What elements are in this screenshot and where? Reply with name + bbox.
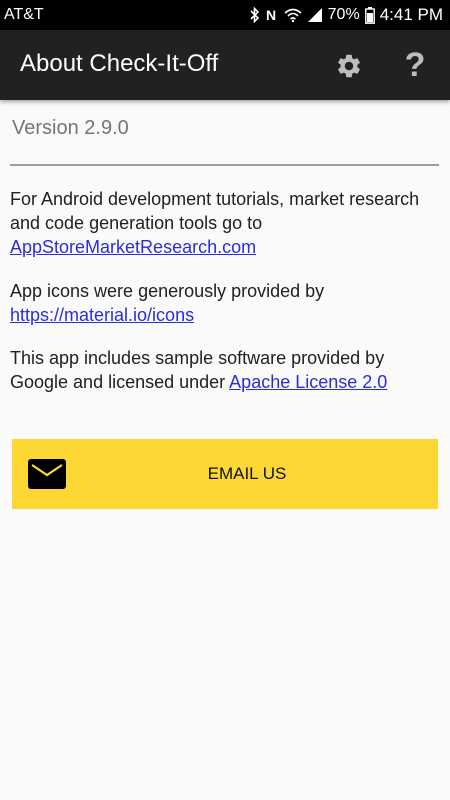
clock: 4:41 PM: [379, 5, 443, 24]
page-title: About Check-It-Off: [20, 50, 219, 77]
license-paragraph: This app includes sample software provid…: [10, 346, 442, 394]
help-icon[interactable]: ?: [400, 46, 430, 84]
tutorials-text: For Android development tutorials, marke…: [10, 189, 420, 233]
tutorials-paragraph: For Android development tutorials, marke…: [10, 187, 442, 259]
status-icons: N 70% 4:41 PM: [250, 5, 443, 25]
carrier-label: AT&T: [4, 6, 44, 23]
wifi-icon: [284, 8, 302, 23]
status-bar: AT&T N 70% 4:41 PM: [0, 0, 450, 30]
app-bar: About Check-It-Off ?: [0, 30, 450, 100]
app-store-market-research-link[interactable]: AppStoreMarketResearch.com: [10, 237, 256, 257]
bluetooth-icon: [250, 7, 259, 23]
apache-license-link[interactable]: Apache License 2.0: [229, 372, 387, 392]
battery-percent: 70%: [327, 6, 360, 23]
email-us-button[interactable]: EMAIL US: [12, 439, 438, 509]
divider: [10, 164, 439, 166]
signal-icon: [307, 8, 322, 22]
gear-icon[interactable]: [335, 52, 363, 80]
icons-paragraph: App icons were generously provided by ht…: [10, 279, 442, 327]
material-icons-link[interactable]: https://material.io/icons: [10, 305, 194, 325]
version-label: Version 2.9.0: [12, 117, 129, 139]
svg-text:N: N: [266, 7, 276, 23]
icons-text: App icons were generously provided by: [10, 281, 325, 301]
battery-icon: [364, 6, 375, 24]
email-us-label: EMAIL US: [207, 464, 287, 483]
nfc-icon: N: [266, 7, 276, 23]
